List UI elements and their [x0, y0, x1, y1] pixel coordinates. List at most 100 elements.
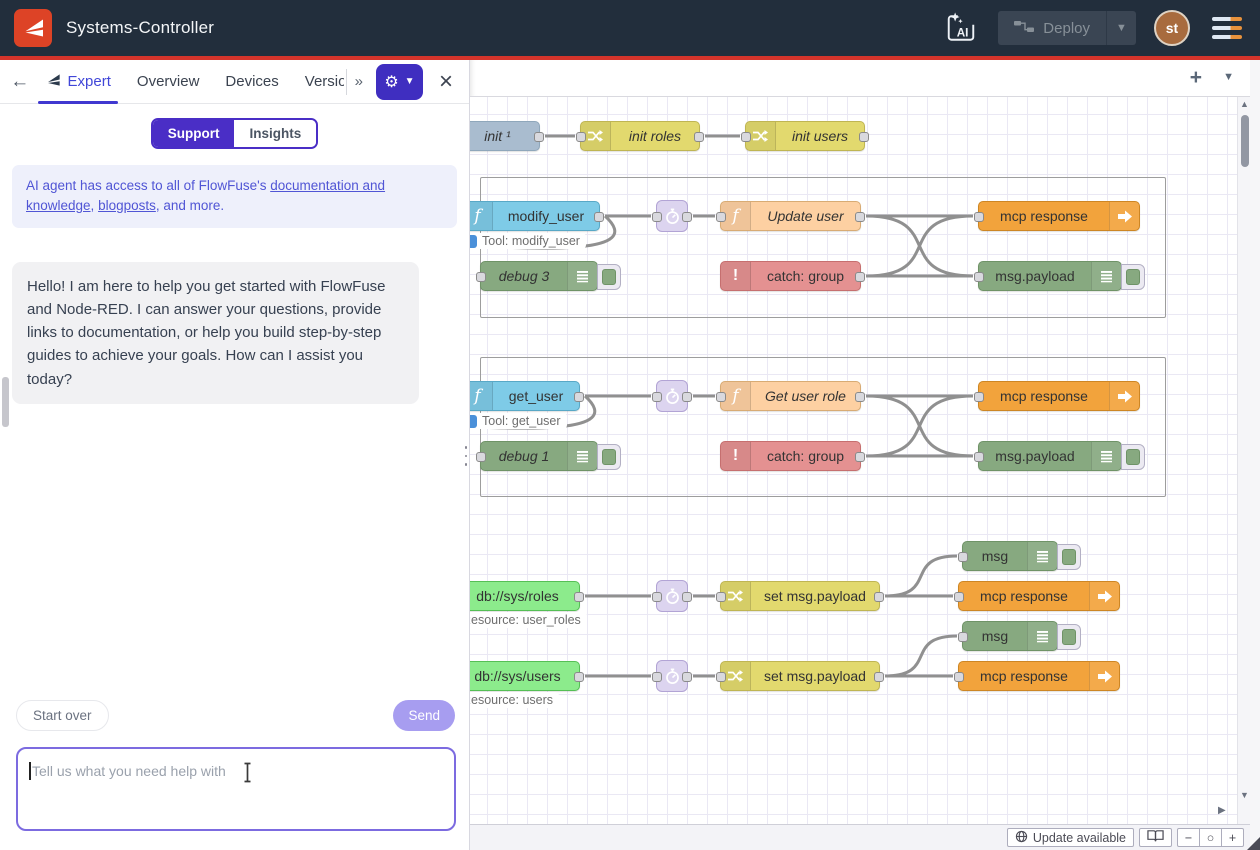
tab-devices[interactable]: Devices — [212, 60, 291, 104]
node-input-port[interactable] — [716, 592, 726, 602]
flow-node-msg1[interactable]: msg — [962, 541, 1058, 571]
node-input-port[interactable] — [652, 392, 662, 402]
main-menu-icon[interactable] — [1208, 13, 1246, 43]
node-input-port[interactable] — [974, 392, 984, 402]
node-output-port[interactable] — [874, 672, 884, 682]
flow-node-delay3[interactable] — [656, 580, 688, 612]
node-output-port[interactable] — [574, 592, 584, 602]
debug-enable-toggle[interactable] — [1121, 444, 1145, 470]
debug-enable-toggle[interactable] — [1121, 264, 1145, 290]
node-input-port[interactable] — [741, 132, 751, 142]
zoom-in-button[interactable]: + — [1221, 828, 1244, 847]
flow-node-catch2[interactable]: !catch: group — [720, 441, 861, 471]
blogposts-link[interactable]: blogposts — [98, 198, 156, 213]
flow-node-set2[interactable]: set msg.payload — [720, 661, 880, 691]
node-output-port[interactable] — [594, 212, 604, 222]
debug-enable-toggle[interactable] — [597, 264, 621, 290]
flow-node-msg2[interactable]: msg — [962, 621, 1058, 651]
flow-node-update_user[interactable]: fUpdate user — [720, 201, 861, 231]
node-input-port[interactable] — [576, 132, 586, 142]
debug-enable-toggle[interactable] — [1057, 624, 1081, 650]
canvas-scrollbar-thumb[interactable] — [1241, 115, 1249, 167]
flow-node-catch1[interactable]: !catch: group — [720, 261, 861, 291]
flow-group[interactable] — [480, 357, 1166, 497]
panel-resize-handle[interactable] — [465, 446, 468, 466]
node-output-port[interactable] — [574, 392, 584, 402]
node-input-port[interactable] — [954, 672, 964, 682]
flow-node-mcp4[interactable]: mcp response — [958, 661, 1120, 691]
tab-overflow-icon[interactable]: » — [349, 73, 368, 90]
flow-node-payload1[interactable]: msg.payload — [978, 261, 1122, 291]
toggle-insights[interactable]: Insights — [234, 120, 316, 147]
scroll-right-icon[interactable]: ▶ — [1218, 805, 1226, 816]
deploy-dropdown-caret[interactable]: ▼ — [1106, 11, 1136, 45]
node-output-port[interactable] — [682, 392, 692, 402]
node-input-port[interactable] — [974, 272, 984, 282]
flow-node-init[interactable]: init ¹ — [470, 121, 540, 151]
node-output-port[interactable] — [682, 212, 692, 222]
flow-node-mcp1[interactable]: mcp response — [978, 201, 1140, 231]
start-over-button[interactable]: Start over — [16, 700, 109, 731]
node-input-port[interactable] — [974, 452, 984, 462]
flow-node-debug3[interactable]: debug 3 — [480, 261, 598, 291]
chat-input[interactable] — [16, 747, 456, 831]
window-scrollbar-thumb[interactable] — [2, 377, 9, 427]
node-input-port[interactable] — [716, 392, 726, 402]
node-input-port[interactable] — [716, 672, 726, 682]
node-output-port[interactable] — [682, 672, 692, 682]
flow-node-init_roles[interactable]: init roles — [580, 121, 700, 151]
node-output-port[interactable] — [855, 212, 865, 222]
node-output-port[interactable] — [855, 392, 865, 402]
node-output-port[interactable] — [859, 132, 869, 142]
flow-node-delay1[interactable] — [656, 200, 688, 232]
node-input-port[interactable] — [476, 272, 486, 282]
update-available-button[interactable]: Update available — [1007, 828, 1134, 847]
flow-node-payload2[interactable]: msg.payload — [978, 441, 1122, 471]
node-input-port[interactable] — [716, 212, 726, 222]
node-input-port[interactable] — [476, 452, 486, 462]
node-output-port[interactable] — [534, 132, 544, 142]
window-scrollbar[interactable] — [1250, 60, 1260, 850]
flow-list-caret-icon[interactable]: ▼ — [1223, 71, 1234, 83]
flow-canvas[interactable]: init ¹ init roles init users fmodify_user fU… — [470, 97, 1237, 824]
node-input-port[interactable] — [974, 212, 984, 222]
flow-node-get_user[interactable]: fget_user — [470, 381, 580, 411]
node-input-port[interactable] — [652, 672, 662, 682]
tab-overview[interactable]: Overview — [124, 60, 213, 104]
add-flow-icon[interactable]: + — [1190, 66, 1202, 90]
user-avatar[interactable]: st — [1154, 10, 1190, 46]
node-input-port[interactable] — [958, 552, 968, 562]
debug-enable-toggle[interactable] — [1057, 544, 1081, 570]
node-output-port[interactable] — [682, 592, 692, 602]
node-input-port[interactable] — [954, 592, 964, 602]
node-output-port[interactable] — [574, 672, 584, 682]
tab-expert[interactable]: Expert — [32, 60, 124, 104]
node-output-port[interactable] — [855, 452, 865, 462]
node-output-port[interactable] — [855, 272, 865, 282]
toggle-support[interactable]: Support — [153, 120, 235, 147]
node-input-port[interactable] — [652, 212, 662, 222]
canvas-vertical-scrollbar[interactable]: ▲ ▼ — [1237, 97, 1250, 824]
tab-version-history[interactable]: Version History — [292, 60, 344, 104]
flow-node-debug1[interactable]: debug 1 — [480, 441, 598, 471]
flow-node-set1[interactable]: set msg.payload — [720, 581, 880, 611]
flow-node-delay4[interactable] — [656, 660, 688, 692]
zoom-out-button[interactable]: − — [1177, 828, 1200, 847]
flow-node-delay2[interactable] — [656, 380, 688, 412]
node-input-port[interactable] — [958, 632, 968, 642]
back-arrow-icon[interactable]: ← — [8, 71, 32, 93]
flow-node-init_users[interactable]: init users — [745, 121, 865, 151]
flow-node-db_users[interactable]: db://sys/users — [470, 661, 580, 691]
node-input-port[interactable] — [652, 592, 662, 602]
flow-node-db_roles[interactable]: db://sys/roles — [470, 581, 580, 611]
node-output-port[interactable] — [874, 592, 884, 602]
flow-node-modify_user[interactable]: fmodify_user — [470, 201, 600, 231]
close-icon[interactable]: × — [431, 70, 461, 94]
deploy-button[interactable]: Deploy ▼ — [998, 11, 1136, 45]
ai-assistant-icon[interactable]: AI — [942, 9, 980, 47]
node-output-port[interactable] — [694, 132, 704, 142]
zoom-reset-button[interactable]: ○ — [1199, 828, 1222, 847]
flow-node-mcp2[interactable]: mcp response — [978, 381, 1140, 411]
settings-button[interactable]: ⚙ ▼ — [376, 64, 423, 100]
navigator-toggle-button[interactable] — [1139, 828, 1172, 847]
